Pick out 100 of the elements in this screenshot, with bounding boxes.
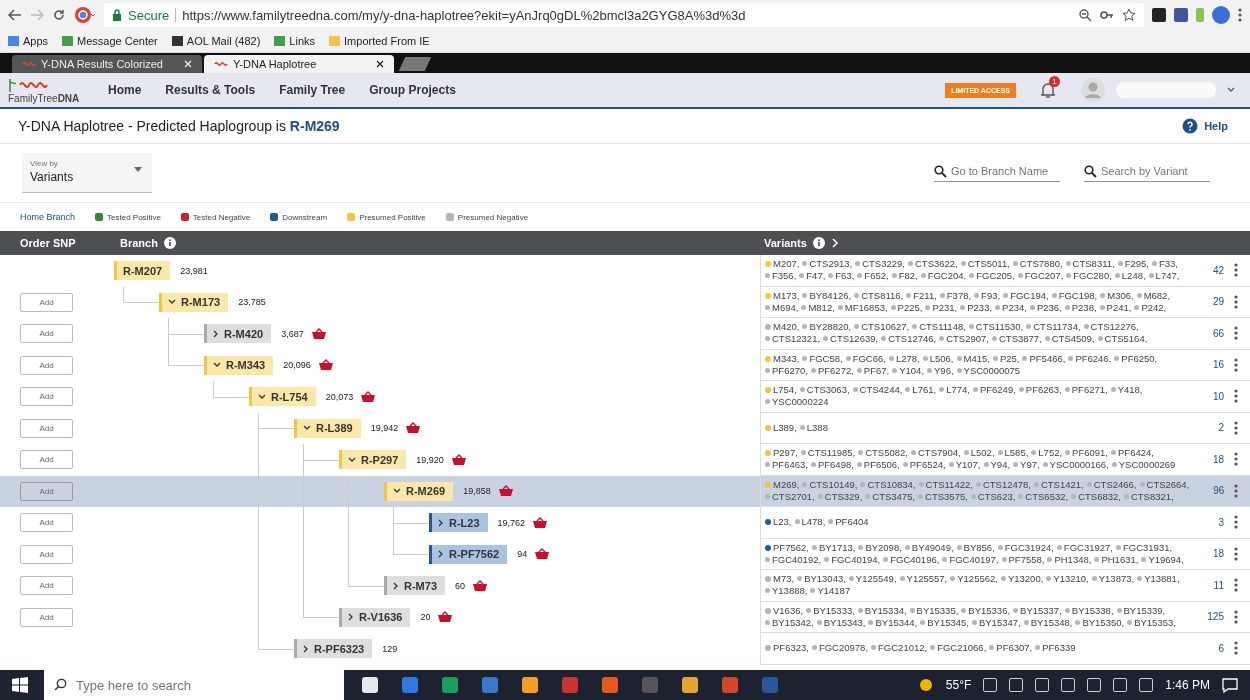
basket-icon[interactable] <box>438 611 453 624</box>
table-row[interactable]: Add R-V1636 20 V1636, BY15333, BY15334, BY15335, BY15336, BY15337, BY15338, BY15339, BY15342, BY15343, BY15344, BY15345, BY15347, BY15348, BY15350, BY15353, 125 <box>0 601 1250 633</box>
branch-node[interactable]: R-M343 <box>204 355 274 375</box>
branch-node[interactable]: R-PF7562 <box>429 544 508 564</box>
clock[interactable]: 1:46 PM <box>1165 678 1210 692</box>
more-options-icon[interactable] <box>1234 326 1238 341</box>
variant-count[interactable]: 3 <box>1202 516 1224 528</box>
variant-count[interactable]: 2 <box>1202 422 1224 434</box>
nav-link[interactable]: Home <box>108 83 142 97</box>
table-row[interactable]: Add R-M420 3,687 M420, BY28820, CTS10627, CTS11148, CTS11530, CTS11734, CTS12276, CTS12321, CTS12639, CTS12746, CTS2907, CTS3877, CTS4509, CTS5164, 66 <box>0 318 1250 350</box>
nav-link[interactable]: Results & Tools <box>165 83 256 97</box>
chevron-down-icon[interactable] <box>303 425 311 432</box>
notification-icon[interactable] <box>1222 677 1238 693</box>
table-row[interactable]: Add R-M73 60 M73, BY13043, Y125549, Y125557, Y125562, Y13200, Y13210, Y13873, Y13881, Y13888, Y14187 11 <box>0 570 1250 602</box>
help-icon[interactable] <box>1182 118 1199 134</box>
add-button[interactable]: Add <box>20 355 73 375</box>
browser-tab[interactable]: Y-DNA Results Colorized <box>12 55 202 73</box>
table-row[interactable]: Add R-L23 19,762 L23, L478, PF6404 3 <box>0 507 1250 539</box>
close-icon[interactable] <box>376 60 384 68</box>
table-row[interactable]: Add R-M173 23,785 M173, BY84126, CTS8116, F211, F378, F93, FGC194, FGC198, M306, M682, M694, M812, MF16853, P225, P231, P233, P234, P236, P238, P241, P242, 29 <box>0 286 1250 318</box>
add-button[interactable]: Add <box>20 450 73 470</box>
add-button[interactable]: Add <box>20 387 73 407</box>
basket-icon[interactable] <box>533 516 548 529</box>
basket-icon[interactable] <box>498 485 513 498</box>
add-button[interactable]: Add <box>20 292 73 312</box>
help-link[interactable]: Help <box>1204 120 1228 132</box>
add-button[interactable]: Add <box>20 513 73 533</box>
taskbar-search-field[interactable]: Type here to search <box>44 670 344 700</box>
variant-count[interactable]: 18 <box>1202 453 1224 465</box>
chevron-down-icon[interactable] <box>258 393 266 400</box>
basket-icon[interactable] <box>473 579 488 592</box>
table-row[interactable]: Add R-PF7562 94 PF7562, BY1713, BY2098, BY49049, BY856, FGC31924, FGC31927, FGC31931, FGC40192, FGC40194, FGC40196, FGC40197, PF7558, PH1348, PH1631, Y19694, 18 <box>0 538 1250 570</box>
chevron-right-icon[interactable] <box>213 329 219 338</box>
nav-link[interactable]: Family Tree <box>279 83 346 97</box>
chevron-right-icon[interactable] <box>303 644 309 653</box>
chevron-down-icon[interactable] <box>168 299 176 306</box>
star-icon[interactable] <box>1122 8 1136 22</box>
branch-node[interactable]: R-M173 <box>159 292 229 312</box>
more-options-icon[interactable] <box>1234 641 1238 656</box>
table-row[interactable]: Add R-L389 19,942 L389, L388 2 <box>0 412 1250 444</box>
bookmark[interactable]: Message Center <box>62 35 158 47</box>
menu-icon[interactable] <box>1238 8 1242 22</box>
branch-node[interactable]: R-P297 <box>339 450 407 470</box>
view-by-select[interactable]: View by Variants <box>22 153 152 193</box>
branch-node[interactable]: R-L23 <box>429 513 488 533</box>
weather-text[interactable]: 55°F <box>945 678 972 692</box>
tray-icon[interactable] <box>1061 678 1076 692</box>
url-text[interactable]: https://www.familytreedna.com/my/y-dna-haplotree?ekit=yAnJrq0gDL%2bmcl3a2GYG8A%3d%3d <box>182 7 746 23</box>
more-options-icon[interactable] <box>1234 578 1238 593</box>
basket-icon[interactable] <box>318 359 333 372</box>
bell-icon[interactable] <box>1040 81 1056 99</box>
tray-icon[interactable] <box>983 678 998 692</box>
branch-node[interactable]: R-L389 <box>294 418 361 438</box>
more-options-icon[interactable] <box>1234 483 1239 498</box>
bookmark[interactable]: AOL Mail (482) <box>171 35 261 47</box>
add-button[interactable]: Add <box>20 481 73 501</box>
branch-node[interactable]: R-V1636 <box>339 607 411 627</box>
dropdown-caret-icon[interactable] <box>134 167 142 172</box>
variant-count[interactable]: 16 <box>1202 359 1224 371</box>
bookmark[interactable]: Apps <box>8 35 49 47</box>
browser-tab[interactable]: Y-DNA Haplotree <box>204 55 394 73</box>
more-options-icon[interactable] <box>1234 294 1238 309</box>
chevron-down-icon[interactable] <box>348 456 356 463</box>
address-bar[interactable]: Secure https://www.familytreedna.com/my/y-dna-haplotree?ekit=yAnJrq0gDL%2bmcl3a2GYG8A%3d%3d <box>104 3 1144 27</box>
bookmark[interactable]: Links <box>274 35 316 47</box>
bookmark[interactable]: Imported From IE <box>329 35 430 47</box>
table-row[interactable]: Add R-M343 20,096 M343, FGC58, FGC66, L278, L506, M415, P25, PF5466, PF6246, PF6250, PF6270, PF6272, PF67, Y104, Y96, YSC0000075 16 <box>0 349 1250 381</box>
back-icon[interactable] <box>8 9 22 21</box>
new-tab-button[interactable] <box>398 57 432 71</box>
tray-icon[interactable] <box>1087 678 1102 692</box>
home-branch-link[interactable]: Home Branch <box>20 212 76 222</box>
key-icon[interactable] <box>1100 8 1114 22</box>
table-row[interactable]: Add R-M269 19,858 M269, CTS10149, CTS10834, CTS11422, CTS12478, CTS1421, CTS2466, CTS2664, CTS2701, CTS329, CTS3475, CTS3575, CTS623, CTS6532, CTS6832, CTS8321, 96 <box>0 475 1250 507</box>
basket-icon[interactable] <box>311 327 326 340</box>
basket-icon[interactable] <box>535 548 550 561</box>
profile-icon[interactable] <box>74 6 96 24</box>
tray-icon[interactable] <box>1113 678 1128 692</box>
branch-node[interactable]: R-M269 <box>384 481 454 501</box>
variant-count[interactable]: 11 <box>1202 579 1224 591</box>
more-options-icon[interactable] <box>1234 389 1238 404</box>
chevron-right-icon[interactable] <box>348 613 354 622</box>
more-options-icon[interactable] <box>1234 609 1238 624</box>
tray-icon[interactable] <box>1009 678 1024 692</box>
caret-icon[interactable] <box>1226 86 1236 94</box>
table-row[interactable]: R-M207 23,981 M207, CTS2913, CTS3229, CTS3622, CTS5011, CTS7880, CTS8311, F295, F33, F356, F47, F63, F652, F82, FGC204, FGC205, FGC207, FGC280, L248, L747, 42 <box>0 255 1250 287</box>
variant-count[interactable]: 6 <box>1202 642 1224 654</box>
nav-link[interactable]: Group Projects <box>369 83 456 97</box>
add-button[interactable]: Add <box>20 418 73 438</box>
tray-icon[interactable] <box>1139 678 1154 692</box>
variant-count[interactable]: 10 <box>1202 390 1224 402</box>
add-button[interactable]: Add <box>20 576 73 596</box>
more-options-icon[interactable] <box>1234 263 1238 278</box>
more-options-icon[interactable] <box>1234 420 1238 435</box>
chevron-right-icon[interactable] <box>438 518 444 527</box>
windows-start-icon[interactable] <box>12 677 28 693</box>
variant-count[interactable]: 18 <box>1202 548 1224 560</box>
variant-count[interactable]: 29 <box>1202 296 1224 308</box>
basket-icon[interactable] <box>451 453 466 466</box>
table-row[interactable]: R-PF6323 129 PF6323, FGC20978, FGC21012, FGC21066, PF6307, PF6339 6 <box>0 633 1250 665</box>
branch-node[interactable]: R-M420 <box>204 324 272 344</box>
